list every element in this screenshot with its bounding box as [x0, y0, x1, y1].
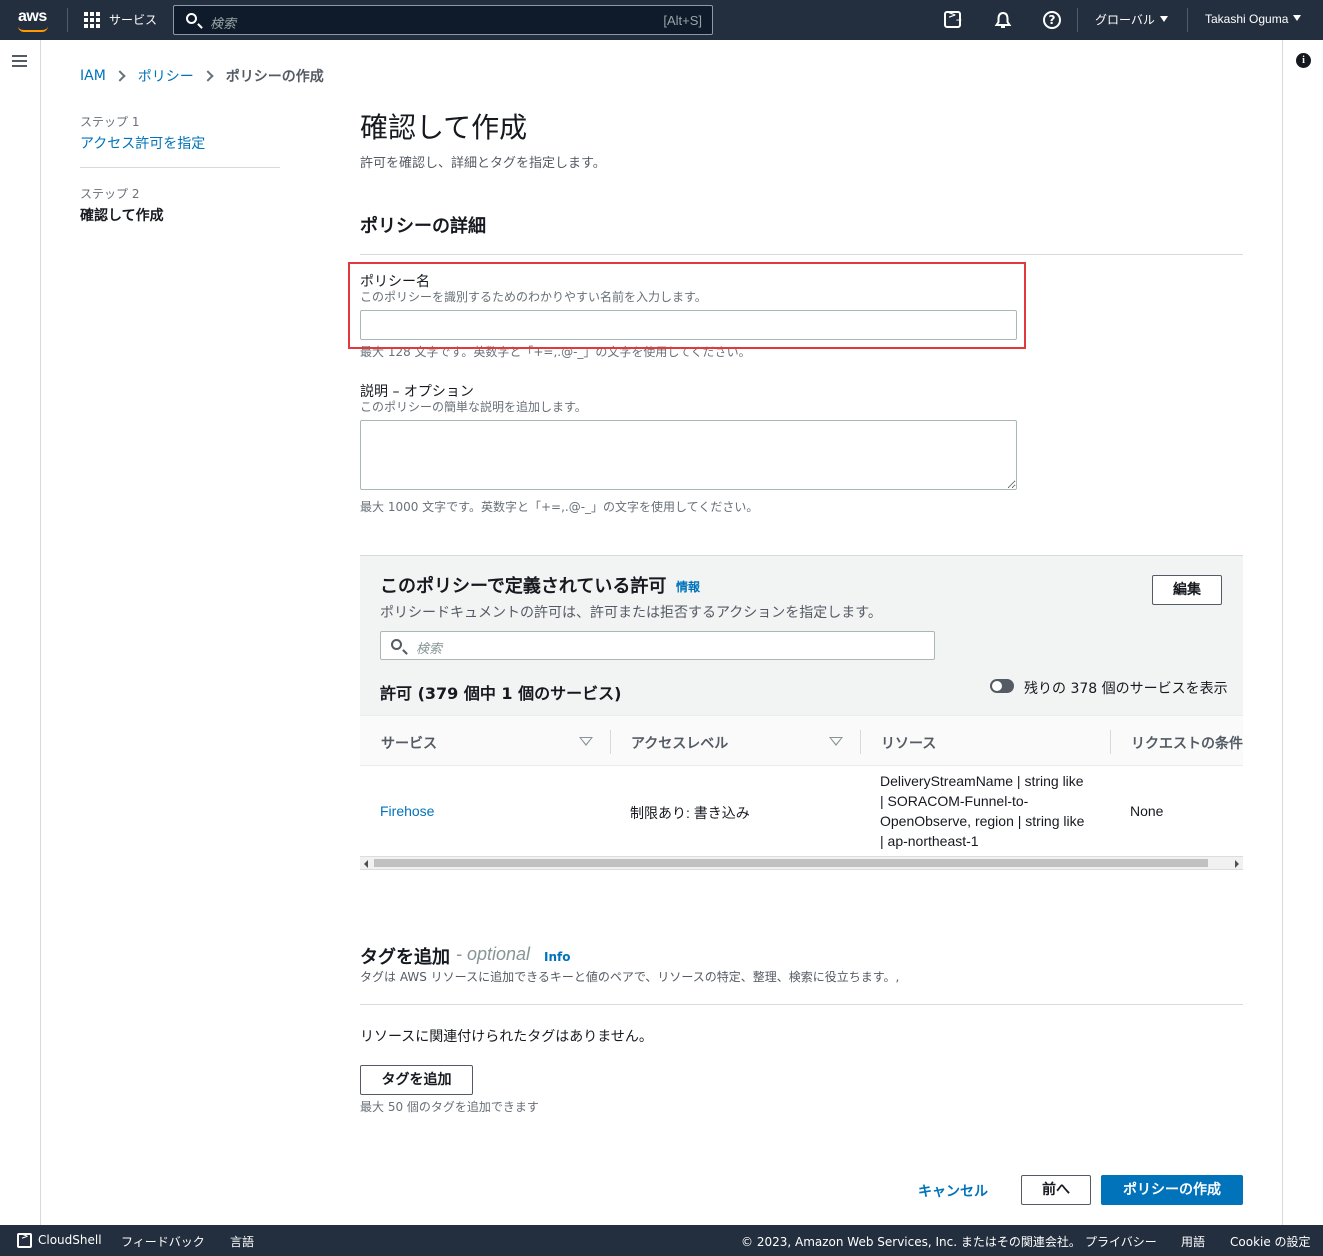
region-selector[interactable]: グローバル	[1095, 11, 1168, 28]
footer-copyright: © 2023, Amazon Web Services, Inc. またはその関…	[741, 1235, 1081, 1249]
column-divider	[860, 730, 861, 754]
description-textarea[interactable]	[360, 420, 1017, 490]
search-placeholder: 検索	[210, 17, 237, 32]
cloudshell-icon[interactable]	[17, 1232, 32, 1248]
step-divider	[80, 167, 280, 168]
top-navigation-bar: aws サービス 検索 [Alt+S] ? グローバル Takashi Ogum…	[0, 0, 1323, 40]
aws-logo-smile	[18, 26, 48, 32]
region-label: グローバル	[1095, 13, 1155, 27]
resource-line: | SORACOM-Funnel-to-	[880, 793, 1029, 809]
permissions-search-input[interactable]: 検索	[380, 631, 935, 660]
account-menu[interactable]: Takashi Oguma	[1205, 12, 1302, 26]
search-icon	[391, 639, 402, 650]
footer-cookie-settings[interactable]: Cookie の設定	[1230, 1233, 1311, 1250]
show-remaining-toggle[interactable]	[990, 679, 1014, 693]
section-divider	[360, 254, 1243, 255]
tags-info-link[interactable]: Info	[544, 950, 570, 964]
footer-terms[interactable]: 用語	[1181, 1233, 1205, 1250]
resource-line: | ap-northeast-1	[880, 833, 979, 849]
highlight-box	[348, 262, 1026, 349]
chevron-right-icon	[114, 70, 126, 82]
user-name: Takashi Oguma	[1205, 12, 1289, 26]
info-panel-icon[interactable]: i	[1296, 53, 1311, 68]
step1-label: ステップ 1	[80, 115, 140, 129]
search-icon	[186, 13, 197, 24]
help-icon[interactable]: ?	[1043, 11, 1061, 29]
resource-cell: DeliveryStreamName | string like | SORAC…	[880, 771, 1095, 851]
sort-icon[interactable]	[579, 737, 593, 746]
scroll-left-arrow-icon[interactable]	[364, 860, 368, 868]
section-divider	[360, 1004, 1243, 1005]
footer-feedback[interactable]: フィードバック	[121, 1233, 205, 1250]
permissions-count: 許可 (379 個中 1 個のサービス)	[380, 684, 622, 703]
hamburger-menu-icon[interactable]	[12, 55, 27, 68]
column-header-access-level[interactable]: アクセスレベル	[631, 733, 728, 753]
tags-limit-text: 最大 50 個のタグを追加できます	[360, 1100, 539, 1114]
column-header-service[interactable]: サービス	[381, 733, 437, 753]
services-menu-label[interactable]: サービス	[109, 11, 157, 28]
nav-divider	[67, 8, 68, 32]
step2-label: ステップ 2	[80, 187, 140, 201]
aws-logo-text: aws	[18, 8, 47, 25]
aws-logo[interactable]: aws	[16, 6, 52, 34]
horizontal-scrollbar[interactable]	[360, 856, 1243, 870]
create-policy-button[interactable]: ポリシーの作成	[1101, 1175, 1243, 1205]
search-shortcut-hint: [Alt+S]	[663, 13, 702, 28]
tags-title: タグを追加	[360, 947, 450, 968]
footer-cloudshell[interactable]: CloudShell	[38, 1233, 102, 1247]
service-link-firehose[interactable]: Firehose	[380, 803, 434, 819]
show-remaining-label: 残りの 378 個のサービスを表示	[1024, 681, 1228, 697]
column-divider	[610, 730, 611, 754]
policy-details-title: ポリシーの詳細	[360, 216, 486, 237]
page-subtitle: 許可を確認し、詳細とタグを指定します。	[360, 156, 606, 171]
column-header-condition[interactable]: リクエストの条件	[1131, 733, 1243, 753]
chevron-right-icon	[202, 70, 214, 82]
scrollbar-thumb[interactable]	[374, 859, 1208, 867]
permissions-table-header: サービス アクセスレベル リソース リクエストの条件	[360, 715, 1243, 766]
step1-link[interactable]: アクセス許可を指定	[80, 133, 205, 153]
caret-down-icon	[1293, 15, 1302, 21]
access-level-cell: 制限あり: 書き込み	[630, 805, 750, 821]
notifications-bell-icon[interactable]	[993, 10, 1013, 30]
breadcrumb-policies[interactable]: ポリシー	[138, 66, 194, 86]
left-side-rail	[0, 40, 41, 1225]
permissions-title: このポリシーで定義されている許可	[380, 576, 667, 597]
permissions-description: ポリシードキュメントの許可は、許可または拒否するアクションを指定します。	[380, 605, 882, 621]
description-helper: このポリシーの簡単な説明を追加します。	[360, 400, 587, 414]
cancel-button[interactable]: キャンセル	[918, 1181, 988, 1201]
permissions-search-placeholder: 検索	[416, 642, 443, 657]
permissions-info-link[interactable]: 情報	[676, 578, 700, 595]
tags-optional-label: - optional	[456, 944, 531, 964]
cloudshell-icon[interactable]	[944, 10, 961, 28]
nav-divider	[1077, 8, 1078, 32]
footer-language[interactable]: 言語	[230, 1233, 254, 1250]
caret-down-icon	[1159, 16, 1168, 22]
page-title: 確認して作成	[360, 111, 528, 144]
column-divider	[1110, 730, 1111, 754]
condition-cell: None	[1130, 803, 1164, 819]
tags-description: タグは AWS リソースに追加できるキーと値のペアで、リソースの特定、整理、検索…	[360, 970, 900, 984]
resource-line: OpenObserve, region | string like	[880, 813, 1085, 829]
table-row: Firehose 制限あり: 書き込み DeliveryStreamName |…	[360, 766, 1243, 856]
services-grid-icon[interactable]	[84, 12, 100, 28]
footer-bar: CloudShell フィードバック 言語 © 2023, Amazon Web…	[0, 1225, 1323, 1256]
add-tag-button[interactable]: タグを追加	[360, 1065, 473, 1095]
breadcrumb: IAM ポリシー ポリシーの作成	[80, 66, 324, 86]
sort-icon[interactable]	[829, 737, 843, 746]
scroll-right-arrow-icon[interactable]	[1235, 860, 1239, 868]
description-constraint: 最大 1000 文字です。英数字と「+=,.@-_」の文字を使用してください。	[360, 500, 759, 514]
edit-button[interactable]: 編集	[1152, 575, 1222, 605]
step2-current: 確認して作成	[80, 208, 164, 224]
global-search-input[interactable]: 検索 [Alt+S]	[173, 5, 713, 35]
right-side-rail: i	[1282, 40, 1323, 1225]
tags-empty-text: リソースに関連付けられたタグはありません。	[360, 1029, 653, 1045]
footer-privacy[interactable]: プライバシー	[1085, 1233, 1157, 1250]
breadcrumb-current: ポリシーの作成	[225, 69, 324, 85]
resource-line: DeliveryStreamName | string like	[880, 773, 1084, 789]
previous-button[interactable]: 前へ	[1021, 1175, 1091, 1205]
breadcrumb-iam[interactable]: IAM	[80, 68, 106, 84]
column-header-resource[interactable]: リソース	[881, 733, 936, 753]
nav-divider	[1187, 8, 1188, 32]
